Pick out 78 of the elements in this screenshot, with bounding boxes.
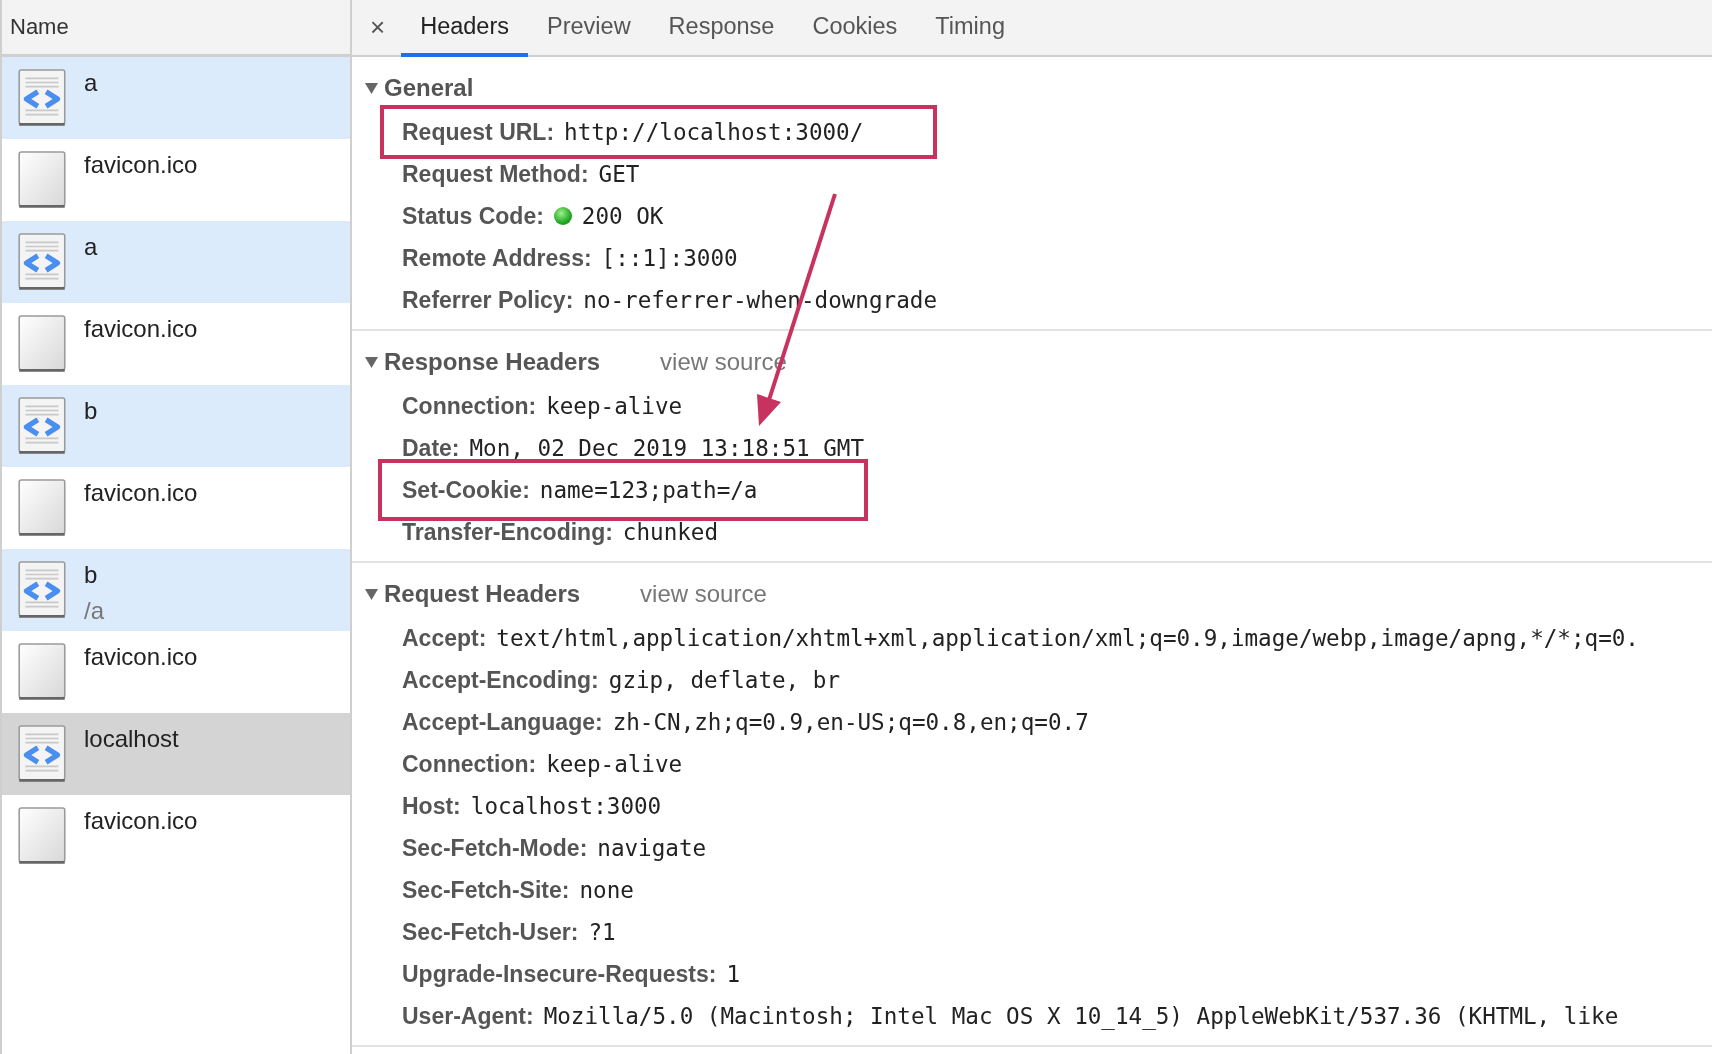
disclosure-triangle-icon[interactable] [365, 588, 378, 600]
header-name: Accept-Encoding: [402, 666, 599, 694]
header-value: navigate [597, 835, 707, 861]
header-value: none [579, 877, 634, 903]
request-item[interactable]: b [2, 385, 350, 467]
header-value: Mon, 02 Dec 2019 13:18:51 GMT [469, 435, 864, 461]
section-title[interactable]: Response Headers [384, 348, 601, 376]
blank-file-icon [18, 151, 68, 209]
header-value: chunked [622, 519, 719, 545]
document-code-icon [18, 69, 68, 127]
header-name: Request URL: [402, 118, 555, 146]
header-value: Mozilla/5.0 (Macintosh; Intel Mac OS X 10_14_5) AppleWebKit/537.36 (KHTML, like [543, 1003, 1619, 1029]
tab[interactable]: Timing [916, 0, 1024, 57]
disclosure-triangle-icon[interactable] [365, 82, 378, 94]
header-value: gzip, deflate, br [608, 667, 841, 693]
request-name: localhost [84, 725, 179, 753]
header-value: keep-alive [546, 751, 683, 777]
status-dot-icon [553, 207, 572, 225]
request-name: favicon.ico [84, 151, 198, 179]
header-name: Transfer-Encoding: [402, 518, 613, 546]
request-name: a [84, 69, 98, 97]
section-title[interactable]: Request Headers [384, 580, 581, 608]
document-code-icon [18, 233, 68, 291]
header-value: name=123;path=/a [539, 477, 758, 503]
blank-file-icon [18, 807, 68, 865]
header-value: keep-alive [546, 393, 683, 419]
header-name: Connection: [402, 750, 537, 778]
header-value: localhost:3000 [470, 793, 662, 819]
tab[interactable]: Cookies [793, 0, 917, 57]
header-name: Referrer Policy: [402, 286, 574, 314]
header-name: Request Method: [402, 160, 589, 188]
header-name: Set-Cookie: [402, 476, 530, 504]
document-code-icon [18, 561, 68, 619]
header-name: Sec-Fetch-User: [402, 918, 579, 946]
request-name: favicon.ico [84, 315, 198, 343]
header-name: Sec-Fetch-Mode: [402, 834, 588, 862]
header-name: Date: [402, 434, 460, 462]
header-name: Accept-Language: [402, 708, 603, 736]
request-item[interactable]: localhost [2, 713, 350, 795]
header-value: 1 [726, 961, 741, 987]
blank-file-icon [18, 479, 68, 537]
header-value: ?1 [588, 919, 616, 945]
request-name: favicon.ico [84, 643, 198, 671]
document-code-icon [18, 397, 68, 455]
header-name: Connection: [402, 392, 537, 420]
header-name: Remote Address: [402, 244, 592, 272]
header-value: GET [598, 161, 640, 187]
header-value: 200 OK [581, 203, 664, 229]
document-code-icon [18, 725, 68, 783]
request-name: b [84, 561, 99, 589]
tab[interactable]: Preview [528, 0, 650, 57]
column-heading: Name [10, 14, 69, 40]
request-name: b [84, 397, 98, 425]
header-value: http://localhost:3000/ [564, 119, 864, 145]
close-button[interactable]: × [364, 0, 402, 55]
request-name: favicon.ico [84, 807, 198, 835]
header-name: User-Agent: [402, 1002, 534, 1030]
header-name: Upgrade-Insecure-Requests: [402, 960, 717, 988]
request-name: favicon.ico [84, 479, 198, 507]
view-source-link[interactable]: view source [640, 580, 767, 608]
header-name: Accept: [402, 624, 487, 652]
tab[interactable]: Response [649, 0, 794, 57]
disclosure-triangle-icon[interactable] [365, 356, 378, 368]
tab[interactable]: Headers [401, 0, 528, 57]
header-value: [::1]:3000 [601, 245, 738, 271]
header-value: text/html,application/xhtml+xml,application/xml;q=0.9,image/webp,image/apng,*/*;q=0. [496, 625, 1639, 651]
header-name: Sec-Fetch-Site: [402, 876, 570, 904]
header-name: Status Code: [402, 202, 544, 230]
header-value: zh-CN,zh;q=0.9,en-US;q=0.8,en;q=0.7 [612, 709, 1089, 735]
blank-file-icon [18, 315, 68, 373]
request-item[interactable]: a [2, 221, 350, 303]
blank-file-icon [18, 643, 68, 701]
request-path: /a [84, 597, 104, 625]
request-item[interactable]: a [2, 57, 350, 139]
section-title[interactable]: General [384, 74, 474, 102]
request-name: a [84, 233, 98, 261]
header-name: Host: [402, 792, 461, 820]
request-item[interactable]: b /a [2, 549, 350, 631]
